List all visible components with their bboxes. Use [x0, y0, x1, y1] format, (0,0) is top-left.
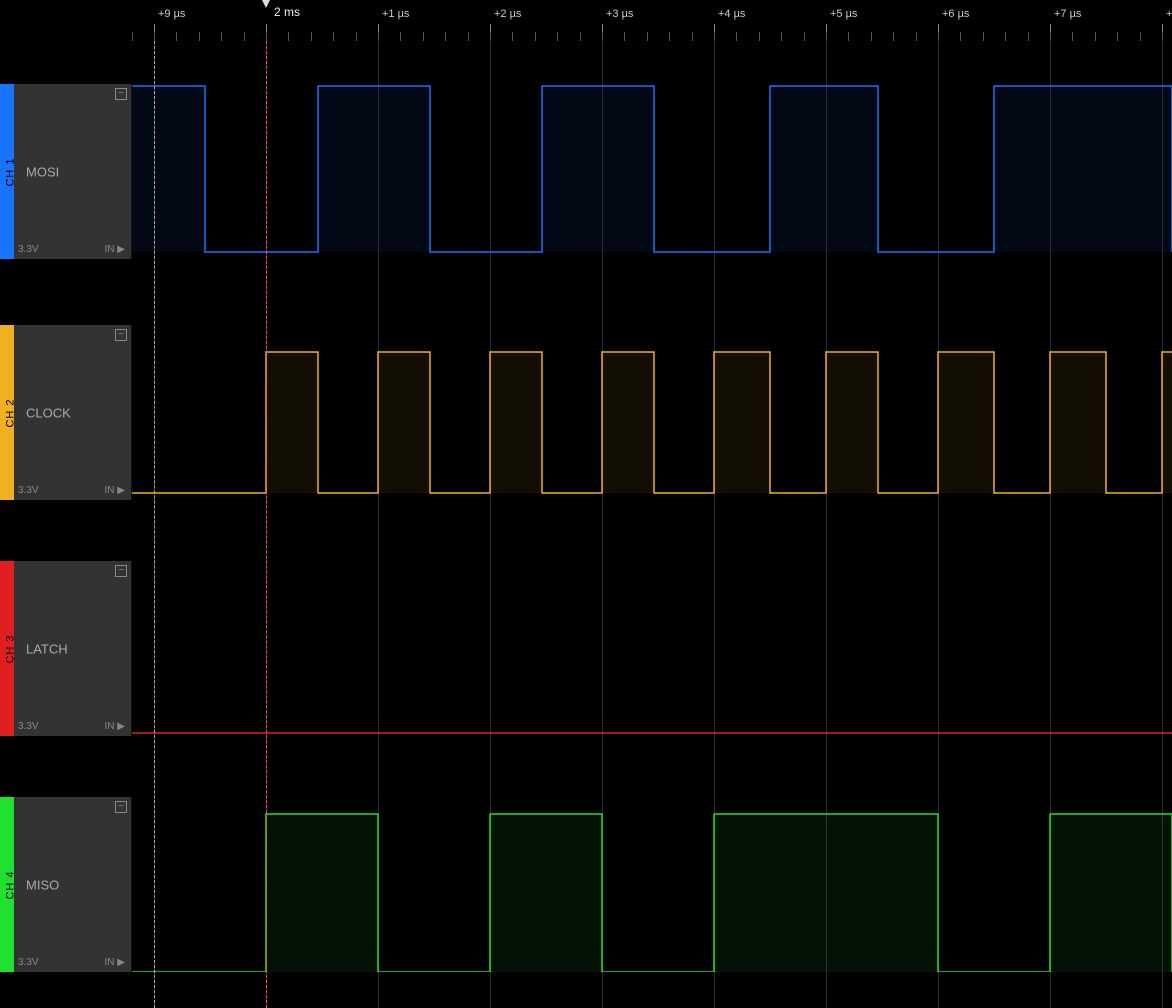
ruler-minor-tick	[288, 32, 289, 41]
ruler-minor-tick	[356, 32, 357, 41]
channel-tab[interactable]: CH 3	[0, 561, 14, 736]
channel-voltage: 3.3V	[18, 485, 39, 496]
channel-name: LATCH	[26, 641, 68, 656]
ruler-minor-tick	[893, 32, 894, 41]
waveform-area[interactable]	[132, 325, 1172, 500]
ruler-minor-tick	[714, 32, 715, 41]
ruler-label: +5 µs	[830, 8, 857, 20]
ruler-minor-tick	[602, 32, 603, 41]
ruler-minor-tick	[826, 32, 827, 41]
waveform-area[interactable]	[132, 797, 1172, 972]
ruler-minor-tick	[154, 32, 155, 41]
ruler-label: +4 µs	[718, 8, 745, 20]
channel-voltage: 3.3V	[18, 721, 39, 732]
ruler-minor-tick	[580, 32, 581, 41]
ruler-minor-tick	[333, 32, 334, 41]
channel-row: CH 2 − CLOCK 3.3V IN ▶	[0, 325, 1172, 500]
ruler-minor-tick	[848, 32, 849, 41]
ruler-minor-tick	[983, 32, 984, 41]
ruler-minor-tick	[378, 32, 379, 41]
channel-name: MISO	[26, 877, 59, 892]
ruler-minor-tick	[736, 32, 737, 41]
ruler-label: +6 µs	[942, 8, 969, 20]
ruler-minor-tick	[871, 32, 872, 41]
cursor-label: 2 ms	[274, 5, 300, 19]
channel-io-label: IN ▶	[105, 485, 125, 496]
ruler-minor-tick	[490, 32, 491, 41]
channel-tab[interactable]: CH 1	[0, 84, 14, 259]
channel-row: CH 1 − MOSI 3.3V IN ▶	[0, 84, 1172, 259]
ruler-minor-tick	[1005, 32, 1006, 41]
ruler-minor-tick	[781, 32, 782, 41]
channel-row: CH 3 − LATCH 3.3V IN ▶	[0, 561, 1172, 736]
channel-voltage: 3.3V	[18, 957, 39, 968]
ruler-minor-tick	[199, 32, 200, 41]
channel-header[interactable]: − LATCH 3.3V IN ▶	[14, 561, 132, 736]
channel-io-label: IN ▶	[105, 244, 125, 255]
ruler-minor-tick	[176, 32, 177, 41]
ruler-minor-tick	[916, 32, 917, 41]
channel-name: MOSI	[26, 164, 59, 179]
collapse-icon[interactable]: −	[115, 329, 127, 341]
ruler-minor-tick	[557, 32, 558, 41]
channel-tab[interactable]: CH 4	[0, 797, 14, 972]
ruler-label: +2 µs	[494, 8, 521, 20]
ruler-minor-tick	[468, 32, 469, 41]
ruler-label: +8 µs	[1166, 8, 1172, 20]
ruler-label: +7 µs	[1054, 8, 1081, 20]
channel-name: CLOCK	[26, 405, 71, 420]
cursor-flag-icon	[262, 0, 270, 8]
ruler-minor-tick	[1050, 32, 1051, 41]
ruler-minor-tick	[445, 32, 446, 41]
waveform-fill	[132, 86, 1172, 252]
ruler-minor-tick	[221, 32, 222, 41]
channel-io-label: IN ▶	[105, 957, 125, 968]
collapse-icon[interactable]: −	[115, 565, 127, 577]
ruler-minor-tick	[1028, 32, 1029, 41]
ruler-minor-tick	[244, 32, 245, 41]
ruler-label: +9 µs	[158, 8, 185, 20]
channel-header[interactable]: − MISO 3.3V IN ▶	[14, 797, 132, 972]
collapse-icon[interactable]: −	[115, 88, 127, 100]
ruler-minor-tick	[1162, 32, 1163, 41]
collapse-icon[interactable]: −	[115, 801, 127, 813]
waveform-fill	[132, 352, 1172, 493]
channel-header[interactable]: − CLOCK 3.3V IN ▶	[14, 325, 132, 500]
ruler-minor-tick	[1095, 32, 1096, 41]
channel-voltage: 3.3V	[18, 244, 39, 255]
ruler-minor-tick	[423, 32, 424, 41]
waveform-area[interactable]	[132, 84, 1172, 259]
waveform-fill	[132, 814, 1172, 972]
channel-io-label: IN ▶	[105, 721, 125, 732]
ruler-minor-tick	[647, 32, 648, 41]
ruler-minor-tick	[759, 32, 760, 41]
channel-row: CH 4 − MISO 3.3V IN ▶	[0, 797, 1172, 972]
ruler-minor-tick	[938, 32, 939, 41]
ruler-minor-tick	[535, 32, 536, 41]
ruler-minor-tick	[624, 32, 625, 41]
ruler-minor-tick	[1117, 32, 1118, 41]
ruler-label: +3 µs	[606, 8, 633, 20]
ruler-minor-tick	[400, 32, 401, 41]
ruler-minor-tick	[804, 32, 805, 41]
ruler-minor-tick	[512, 32, 513, 41]
ruler-minor-tick	[132, 32, 133, 41]
channel-tab[interactable]: CH 2	[0, 325, 14, 500]
waveform-area[interactable]	[132, 561, 1172, 736]
ruler-minor-tick	[1140, 32, 1141, 41]
ruler-minor-tick	[266, 32, 267, 41]
ruler-minor-tick	[669, 32, 670, 41]
ruler-minor-tick	[1072, 32, 1073, 41]
ruler-label: +1 µs	[382, 8, 409, 20]
ruler-minor-tick	[960, 32, 961, 41]
ruler-minor-tick	[692, 32, 693, 41]
channel-header[interactable]: − MOSI 3.3V IN ▶	[14, 84, 132, 259]
ruler-minor-tick	[311, 32, 312, 41]
